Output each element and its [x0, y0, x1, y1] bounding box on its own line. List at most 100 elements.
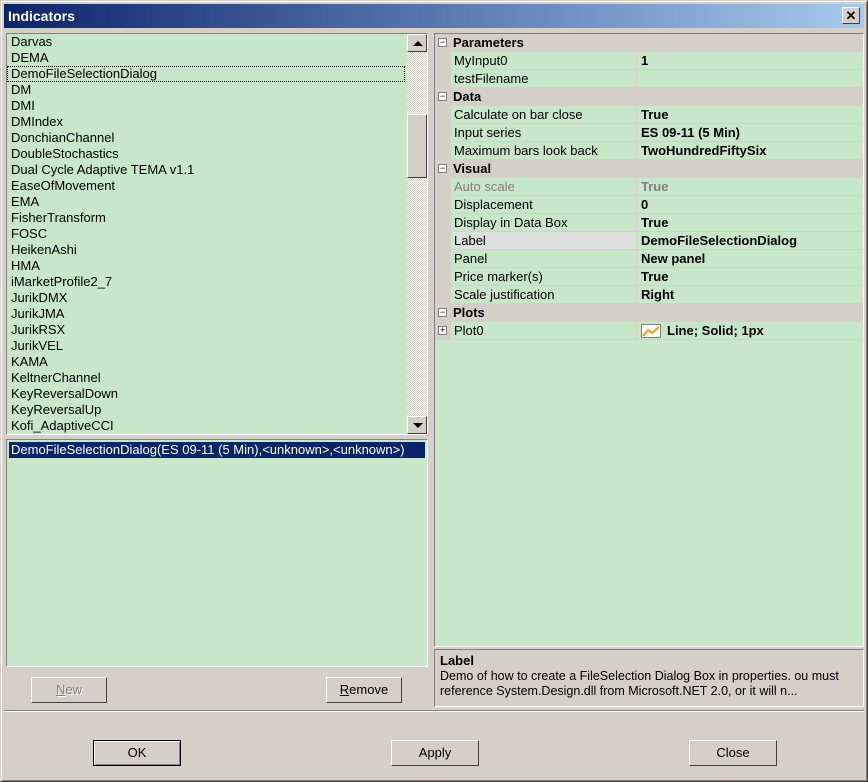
applied-indicator-item[interactable]: DemoFileSelectionDialog(ES 09-11 (5 Min)…	[9, 442, 425, 458]
property-name: Displacement	[453, 196, 637, 214]
collapse-icon[interactable]: −	[438, 38, 447, 47]
property-name: Plot0	[453, 322, 637, 340]
scroll-thumb[interactable]	[407, 114, 427, 178]
category-data[interactable]: − Data	[435, 88, 863, 106]
property-row[interactable]: Maximum bars look back TwoHundredFiftySix	[435, 142, 863, 160]
collapse-icon[interactable]: −	[438, 308, 447, 317]
indicator-list-item[interactable]: Darvas	[7, 34, 405, 50]
property-row[interactable]: Calculate on bar close True	[435, 106, 863, 124]
remove-button-label: emove	[349, 682, 389, 697]
property-value[interactable]: TwoHundredFiftySix	[636, 142, 863, 160]
close-button[interactable]: Close	[689, 740, 777, 766]
collapse-icon[interactable]: −	[438, 164, 447, 173]
collapse-icon[interactable]: −	[438, 92, 447, 101]
indicator-list-item[interactable]: JurikRSX	[7, 322, 405, 338]
indicator-list-item[interactable]: Kofi_AdaptiveCCI	[7, 418, 405, 434]
indicator-list-item[interactable]: iMarketProfile2_7	[7, 274, 405, 290]
apply-button[interactable]: Apply	[391, 740, 479, 766]
property-row[interactable]: testFilename	[435, 70, 863, 88]
indicator-list-item[interactable]: DMIndex	[7, 114, 405, 130]
indicator-list-item[interactable]: KAMA	[7, 354, 405, 370]
property-value[interactable]: New panel	[636, 250, 863, 268]
category-visual[interactable]: − Visual	[435, 160, 863, 178]
indicator-list-item[interactable]: KeltnerChannel	[7, 370, 405, 386]
property-name: Auto scale	[453, 178, 637, 196]
property-row[interactable]: Displacement 0	[435, 196, 863, 214]
arrow-up-icon	[413, 41, 423, 46]
applied-indicators-list[interactable]: DemoFileSelectionDialog(ES 09-11 (5 Min)…	[6, 439, 428, 667]
category-name: Visual	[453, 161, 492, 176]
indicator-list-item[interactable]: JurikJMA	[7, 306, 405, 322]
indicator-list-item[interactable]: HeikenAshi	[7, 242, 405, 258]
category-name: Plots	[453, 305, 485, 320]
indicator-list-item[interactable]: DonchianChannel	[7, 130, 405, 146]
property-row[interactable]: Scale justification Right	[435, 286, 863, 304]
indicator-list-item[interactable]: EaseOfMovement	[7, 178, 405, 194]
indicator-list-item[interactable]: FOSC	[7, 226, 405, 242]
indicators-dialog: Indicators ✕ Darvas DEMA DemoFileSelection…	[0, 0, 868, 782]
property-value[interactable]: True	[636, 214, 863, 232]
close-window-button[interactable]: ✕	[842, 7, 860, 24]
indicator-list-item[interactable]: DemoFileSelectionDialog	[7, 66, 405, 82]
new-button[interactable]: New	[31, 677, 107, 703]
property-value[interactable]: ES 09-11 (5 Min)	[636, 124, 863, 142]
property-gutter	[435, 250, 451, 268]
property-value[interactable]: Line; Solid; 1px	[636, 322, 863, 340]
indicator-list-item[interactable]: JurikDMX	[7, 290, 405, 306]
property-value[interactable]: Right	[636, 286, 863, 304]
property-row[interactable]: Input series ES 09-11 (5 Min)	[435, 124, 863, 142]
expand-icon[interactable]: +	[438, 326, 447, 335]
property-row[interactable]: Auto scale True	[435, 178, 863, 196]
remove-button[interactable]: Remove	[326, 677, 402, 703]
property-name: Label	[453, 232, 637, 250]
property-name: Price marker(s)	[453, 268, 637, 286]
property-row[interactable]: Price marker(s) True	[435, 268, 863, 286]
property-row[interactable]: Panel New panel	[435, 250, 863, 268]
indicator-list-scrollbar[interactable]	[407, 34, 427, 434]
indicator-list-item[interactable]: Dual Cycle Adaptive TEMA v1.1	[7, 162, 405, 178]
category-plots[interactable]: − Plots	[435, 304, 863, 322]
category-parameters[interactable]: − Parameters	[435, 34, 863, 52]
property-name: Display in Data Box	[453, 214, 637, 232]
property-value[interactable]: 1	[636, 52, 863, 70]
property-grid-rows: − Parameters MyInput0 1 testFilename − Data Cal…	[435, 34, 863, 340]
property-value[interactable]: True	[636, 268, 863, 286]
property-name: testFilename	[453, 70, 637, 88]
property-value[interactable]: 0	[636, 196, 863, 214]
property-row[interactable]: Display in Data Box True	[435, 214, 863, 232]
remove-button-accel: R	[339, 682, 350, 697]
indicator-list-item[interactable]: DMI	[7, 98, 405, 114]
property-row[interactable]: Label DemoFileSelectionDialog	[435, 232, 863, 250]
property-name: Scale justification	[453, 286, 637, 304]
scroll-up-button[interactable]	[407, 34, 427, 52]
indicator-list-item[interactable]: KeyReversalDown	[7, 386, 405, 402]
title-bar[interactable]: Indicators ✕	[4, 4, 864, 28]
indicator-list-item[interactable]: EMA	[7, 194, 405, 210]
scroll-down-button[interactable]	[407, 416, 427, 434]
window-title: Indicators	[8, 8, 75, 24]
indicator-list-item[interactable]: DEMA	[7, 50, 405, 66]
indicator-list-item[interactable]: JurikVEL	[7, 338, 405, 354]
indicator-list-item[interactable]: DM	[7, 82, 405, 98]
property-name: MyInput0	[453, 52, 637, 70]
description-text: Demo of how to create a FileSelection Di…	[440, 669, 839, 698]
property-name: Calculate on bar close	[453, 106, 637, 124]
property-gutter	[435, 70, 451, 88]
indicator-list-item[interactable]: KeyReversalUp	[7, 402, 405, 418]
indicator-list[interactable]: Darvas DEMA DemoFileSelectionDialog DM DMI DM…	[6, 33, 428, 435]
property-value[interactable]: True	[636, 178, 863, 196]
property-value[interactable]	[636, 70, 863, 88]
property-value[interactable]: DemoFileSelectionDialog	[636, 232, 863, 250]
indicator-list-item[interactable]: FisherTransform	[7, 210, 405, 226]
property-grid[interactable]: − Parameters MyInput0 1 testFilename − Data Cal…	[434, 33, 864, 647]
indicator-list-item[interactable]: DoubleStochastics	[7, 146, 405, 162]
category-name: Parameters	[453, 35, 524, 50]
property-row[interactable]: MyInput0 1	[435, 52, 863, 70]
property-name: Panel	[453, 250, 637, 268]
indicator-list-item[interactable]: HMA	[7, 258, 405, 274]
ok-button[interactable]: OK	[93, 740, 181, 766]
property-value[interactable]: True	[636, 106, 863, 124]
indicator-list-items: Darvas DEMA DemoFileSelectionDialog DM DMI DM…	[7, 34, 405, 434]
category-name: Data	[453, 89, 482, 104]
property-row[interactable]: + Plot0 Line; Solid; 1px	[435, 322, 863, 340]
